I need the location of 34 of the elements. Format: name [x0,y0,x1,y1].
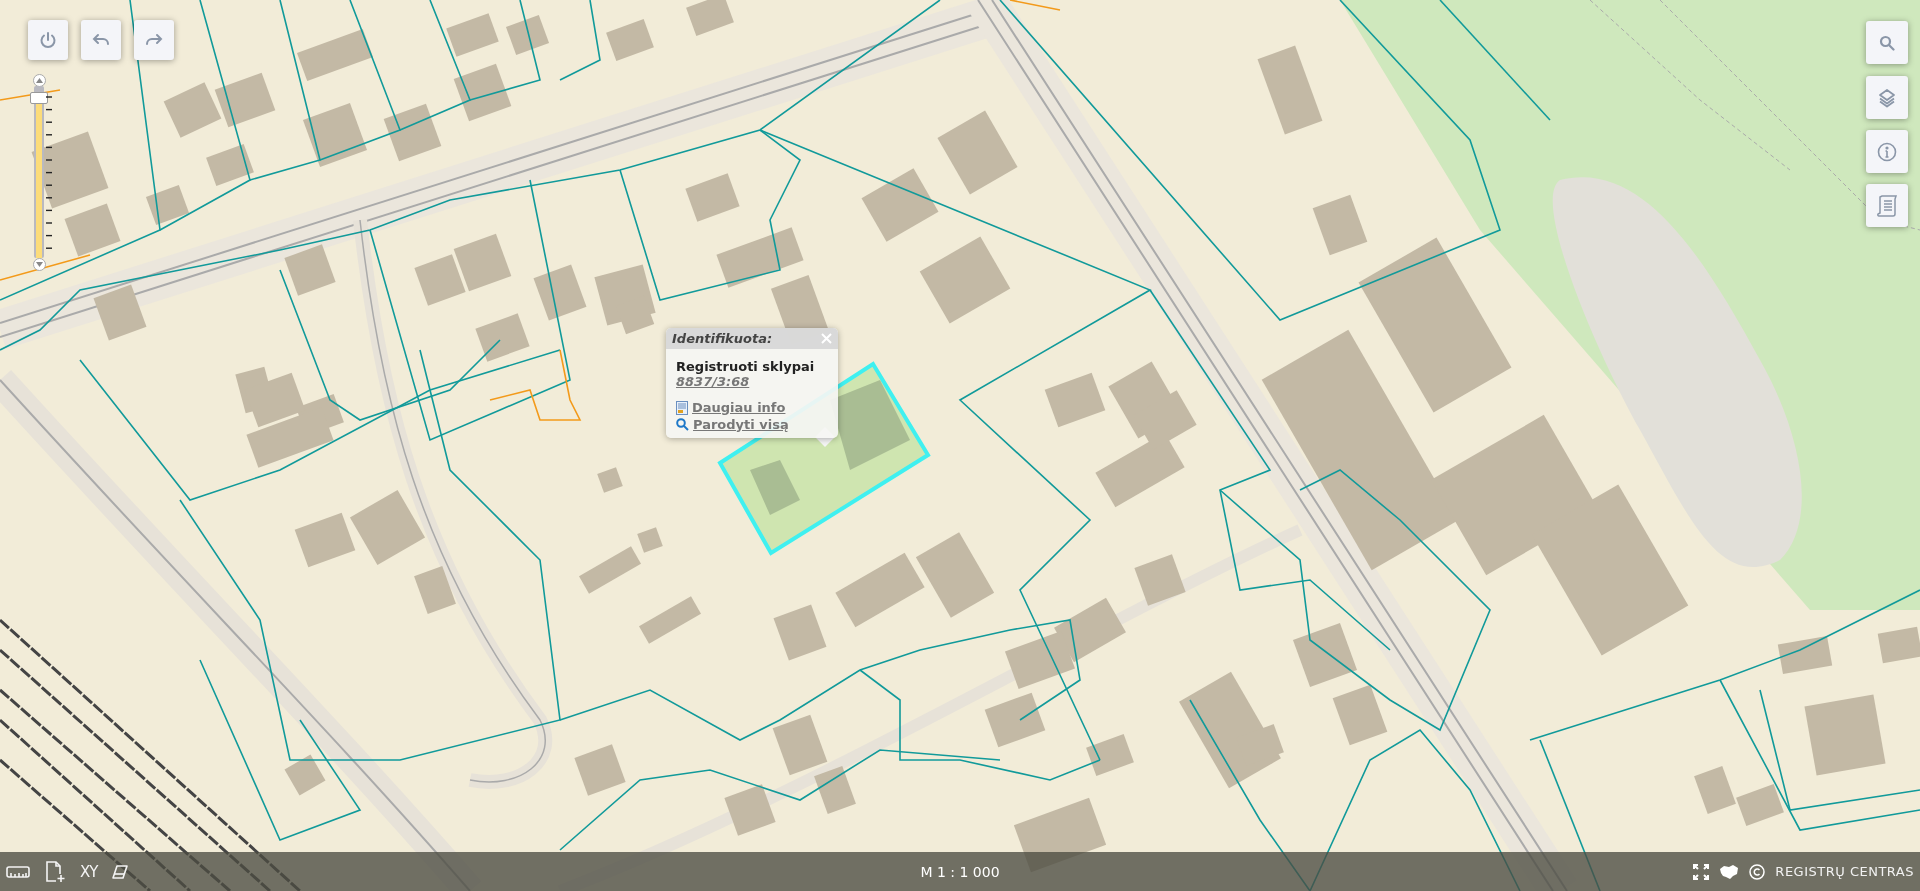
back-button[interactable] [81,20,121,60]
close-icon[interactable] [821,333,832,344]
layers-icon [1878,87,1896,108]
parcel-id-link[interactable]: 8837/3:68 [676,374,750,389]
forward-button[interactable] [134,20,174,60]
legend-button[interactable] [1866,184,1908,227]
ruler-button[interactable] [6,865,30,878]
scroll-list-icon [1876,193,1898,218]
layer-name: Registruoti sklypai [676,359,816,374]
country-map-icon [1719,863,1740,880]
layers-button[interactable] [1866,76,1908,119]
search-button[interactable] [1866,21,1908,64]
info-icon [1877,141,1897,162]
zoom-handle[interactable] [30,92,48,105]
brand-name: REGISTRŲ CENTRAS [1775,864,1914,879]
search-icon [676,418,689,431]
coordinates-button[interactable]: XY [80,862,98,881]
down-triangle-icon [36,262,43,267]
copyright-icon [1749,863,1766,880]
document-icon [676,400,688,415]
fullscreen-icon[interactable] [1693,863,1710,880]
add-document-button[interactable] [44,859,66,884]
more-info-link[interactable]: Daugiau info [676,399,786,416]
eraser-button[interactable] [111,863,130,880]
scale-label: M 1 : 1 000 [920,863,1000,880]
power-icon [39,31,57,49]
back-arrow-icon [92,33,110,47]
forward-arrow-icon [145,33,163,47]
search-icon [1879,34,1895,51]
show-all-link[interactable]: Parodyti visą [676,416,789,433]
popup-title: Identifikuota: [672,331,773,346]
up-triangle-icon [36,78,43,83]
power-button[interactable] [28,20,68,60]
info-button[interactable] [1866,130,1908,173]
